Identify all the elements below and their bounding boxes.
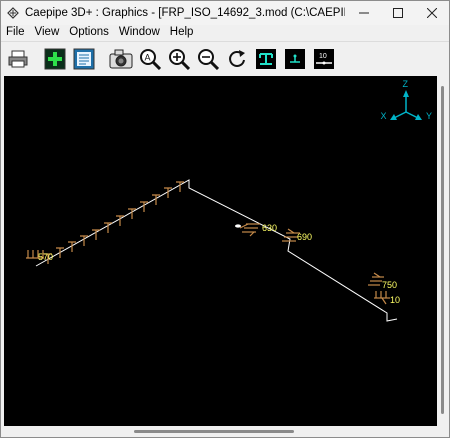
rotate-button[interactable] <box>224 46 250 72</box>
maximize-button[interactable] <box>381 1 415 25</box>
list-button[interactable] <box>71 46 97 72</box>
show-nodes-button[interactable] <box>282 46 308 72</box>
show-supports-button[interactable] <box>253 46 279 72</box>
zoom-out-icon <box>198 48 219 70</box>
menu-help[interactable]: Help <box>165 25 199 39</box>
axis-z-label: Z <box>403 79 409 89</box>
add-node-button[interactable] <box>42 46 68 72</box>
pipe-centerline <box>35 179 398 322</box>
close-icon <box>427 8 437 18</box>
node-label-630[interactable]: 630 <box>262 223 277 233</box>
anchor-10 <box>374 291 390 305</box>
app-icon <box>7 7 19 19</box>
node-label-690[interactable]: 690 <box>297 232 312 242</box>
rotate-icon <box>229 49 245 67</box>
zoom-fit-button[interactable]: A <box>137 46 163 72</box>
menu-window[interactable]: Window <box>114 25 165 39</box>
minimize-icon <box>359 12 369 14</box>
node-label-570[interactable]: 570 <box>38 252 53 262</box>
list-icon <box>73 48 95 69</box>
close-button[interactable] <box>415 1 449 25</box>
node-numbers-button[interactable]: 10 <box>311 46 337 72</box>
show-supports-icon <box>256 48 276 69</box>
node-numbers-icon: 10 <box>314 48 334 69</box>
zoom-in-icon <box>169 48 190 70</box>
horizontal-scroll-thumb[interactable] <box>134 430 294 433</box>
camera-button[interactable] <box>108 46 134 72</box>
menu-options[interactable]: Options <box>64 25 114 39</box>
node-label-10[interactable]: 10 <box>390 295 400 305</box>
vertical-scroll-thumb[interactable] <box>441 86 444 414</box>
maximize-icon <box>393 8 403 18</box>
app-window: Caepipe 3D+ : Graphics - [FRP_ISO_14692_… <box>0 0 450 438</box>
menu-view[interactable]: View <box>30 25 65 39</box>
zoom-in-button[interactable] <box>166 46 192 72</box>
graphics-canvas[interactable]: Z X Y 570 630 690 750 10 <box>4 76 437 426</box>
svg-text:A: A <box>145 52 151 62</box>
zoom-fit-icon: A <box>140 48 161 70</box>
hanger-630 <box>239 223 260 237</box>
axis-x-label: X <box>381 111 387 121</box>
print-button[interactable] <box>5 46 31 72</box>
window-title: Caepipe 3D+ : Graphics - [FRP_ISO_14692_… <box>25 7 345 19</box>
add-node-icon <box>44 48 66 69</box>
node-numbers-label: 10 <box>319 53 327 60</box>
valve-630 <box>235 224 241 228</box>
camera-icon <box>109 49 133 68</box>
axis-triad: Z X Y <box>381 79 433 121</box>
show-nodes-icon <box>285 48 305 69</box>
minimize-button[interactable] <box>347 1 381 25</box>
print-icon <box>8 50 28 67</box>
title-bar[interactable]: Caepipe 3D+ : Graphics - [FRP_ISO_14692_… <box>1 1 449 25</box>
node-label-750[interactable]: 750 <box>382 280 397 290</box>
pipe-model-view[interactable]: Z X Y 570 630 690 750 10 <box>4 76 437 426</box>
axis-y-label: Y <box>426 111 432 121</box>
horizontal-scrollbar[interactable] <box>4 426 437 437</box>
menu-bar: File View Options Window Help <box>1 25 449 39</box>
menu-file[interactable]: File <box>1 25 30 39</box>
vertical-scrollbar[interactable] <box>437 76 448 426</box>
zoom-out-button[interactable] <box>195 46 221 72</box>
toolbar: A 10 <box>1 41 449 75</box>
